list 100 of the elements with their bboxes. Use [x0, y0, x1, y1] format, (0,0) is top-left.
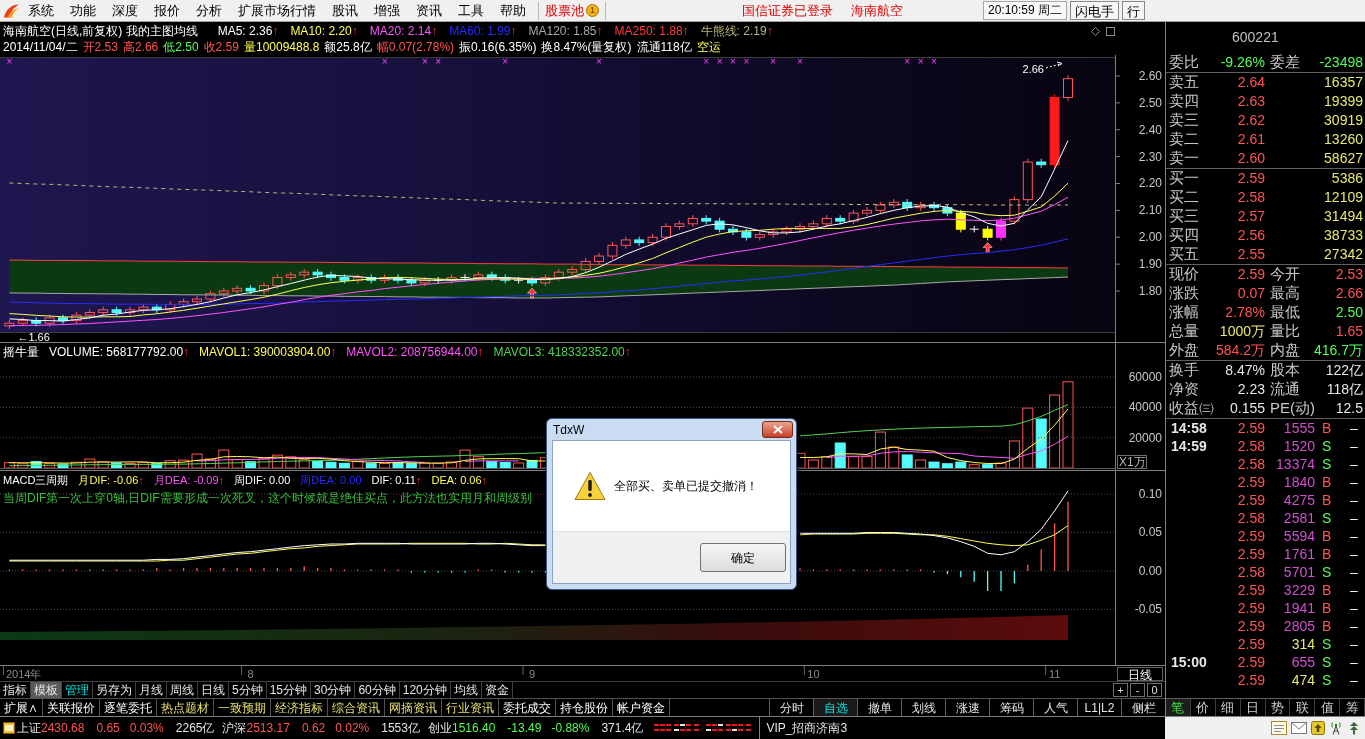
swirl-logo-icon[interactable]	[3, 2, 20, 19]
tick-price: 2.58	[1236, 436, 1265, 456]
function-tab[interactable]: 经济指标	[271, 699, 328, 716]
function-tab[interactable]: 帐户资金	[613, 699, 670, 716]
tick-volume: 1840	[1282, 472, 1315, 492]
function-tab[interactable]: 一致预期	[214, 699, 271, 716]
antenna-icon[interactable]	[1329, 721, 1343, 735]
quote-item: 低2.50	[163, 39, 199, 55]
menu-item[interactable]: 工具	[450, 0, 492, 21]
toolbar-tab[interactable]: 指标	[0, 682, 31, 698]
menu-item[interactable]: 扩展市场行情	[230, 0, 324, 21]
zoom-button[interactable]: -	[1130, 683, 1145, 697]
cross-marker: ×	[931, 56, 937, 67]
quote-label: 净资	[1169, 379, 1199, 400]
window-icon[interactable]	[3, 722, 15, 734]
period-label[interactable]: 日线	[1117, 667, 1163, 681]
order-volume: 5386	[1330, 169, 1364, 188]
tick-flag-text: –	[1350, 616, 1358, 636]
toolbar-tab[interactable]: 模板	[31, 682, 62, 698]
cross-marker: ×	[6, 56, 13, 67]
function-tab[interactable]: 综合资讯	[328, 699, 385, 716]
function-tab[interactable]: 网摘资讯	[385, 699, 442, 716]
note-icon[interactable]	[1271, 721, 1287, 735]
quote-item: 开2.53	[82, 39, 118, 55]
function-tab[interactable]: 热点题材	[157, 699, 214, 716]
toolbar-tab[interactable]: 30分钟	[311, 682, 356, 698]
tick-volume: 1555	[1282, 418, 1315, 438]
toolbar-tab[interactable]: 5分钟	[229, 682, 267, 698]
menu-item[interactable]: 报价	[146, 0, 188, 21]
function-tab[interactable]: 持仓股份	[556, 699, 613, 716]
function-tab[interactable]: 行业资讯	[442, 699, 499, 716]
menu-item[interactable]: 深度	[104, 0, 146, 21]
line-series	[8, 276, 1069, 299]
menu-item[interactable]: 功能	[62, 0, 104, 21]
volume-legend: MAVOL1: 390003904.00	[199, 342, 331, 361]
diamond-icon[interactable]	[1091, 26, 1100, 36]
menu-item[interactable]: 分析	[188, 0, 230, 21]
indicator-value: MA60: 1.99	[449, 23, 511, 39]
toolbar-button[interactable]: 闪电手	[1070, 1, 1119, 20]
order-level-label: 卖四	[1169, 91, 1199, 112]
detail-tab[interactable]: 笔	[1166, 699, 1191, 716]
tick-price: 2.58	[1236, 454, 1265, 474]
trend-arrow: ↑	[138, 472, 144, 488]
quote-label: 量比	[1270, 321, 1300, 342]
stock-pool-menu[interactable]: 股票池 1	[539, 0, 605, 21]
indicator-title: 摇牛量	[3, 343, 39, 361]
mail-icon[interactable]	[1291, 722, 1307, 734]
upload-icon[interactable]	[1311, 721, 1325, 735]
order-price: 2.59	[1237, 169, 1265, 188]
zoom-button[interactable]: +	[1113, 683, 1128, 697]
tick-volume: 4275	[1282, 490, 1315, 510]
function-button[interactable]: 自选	[813, 699, 857, 716]
square-icon[interactable]	[1106, 26, 1115, 36]
function-tab[interactable]: 逐笔委托	[100, 699, 157, 716]
toolbar-button[interactable]: 行	[1122, 1, 1145, 20]
order-volume: 19399	[1323, 92, 1364, 111]
macd-legend: 周DIF: 0.00	[234, 471, 291, 489]
tick-price: 2.59	[1236, 472, 1265, 492]
clock: 20:10:59 周二	[982, 1, 1067, 20]
tick-volume: 5594	[1282, 526, 1315, 546]
quote-item: 收2.59	[203, 39, 239, 55]
zoom-button[interactable]: 0	[1147, 683, 1162, 697]
toolbar-tab[interactable]: 管理	[62, 682, 93, 698]
order-price: 2.63	[1237, 92, 1265, 111]
order-price: 2.58	[1237, 188, 1265, 207]
index-value: 1516.40	[451, 720, 496, 737]
ok-button[interactable]: 确定	[700, 543, 786, 572]
toolbar-tab[interactable]: 周线	[167, 682, 198, 698]
trade-side: S	[1322, 634, 1333, 654]
line-series	[8, 140, 1069, 322]
order-level-label: 买一	[1169, 168, 1199, 189]
trade-side: S	[1322, 508, 1333, 528]
order-price: 2.62	[1237, 111, 1265, 130]
trade-side: B	[1322, 526, 1333, 546]
tick-flag-text: –	[1350, 526, 1358, 546]
toolbar-tab[interactable]: 月线	[136, 682, 167, 698]
menu-item[interactable]: 增强	[366, 0, 408, 21]
cross-marker: ×	[743, 56, 750, 67]
volume-legend: MAVOL2: 208756944.00	[346, 342, 478, 361]
volume-axis-label: 40000	[1128, 400, 1162, 415]
indicator-value: 牛熊线: 2.19	[700, 23, 767, 39]
warning-icon	[574, 471, 606, 501]
trend-arrow: ↑	[431, 23, 438, 39]
menu-item[interactable]: 系统	[20, 0, 62, 21]
index-turnover: 2265亿	[175, 720, 215, 737]
trade-side: B	[1322, 418, 1333, 438]
quote-value: 118亿	[1326, 380, 1363, 399]
tick-flag-text: –	[1350, 634, 1358, 654]
close-button[interactable]	[762, 421, 793, 438]
quote-value: 2.66	[1335, 284, 1363, 303]
menu-item[interactable]: 资讯	[408, 0, 450, 21]
index-name: 沪深	[222, 720, 247, 737]
function-tab[interactable]: 扩展∧	[0, 699, 43, 716]
quote-value: 2.59	[1237, 265, 1265, 284]
menu-item[interactable]: 帮助	[492, 0, 534, 21]
function-tab[interactable]: 委托成交	[499, 699, 556, 716]
price-axis-label: 2.00	[1138, 230, 1162, 245]
menu-item[interactable]: 股讯	[324, 0, 366, 21]
function-tab[interactable]: 关联报价	[43, 699, 100, 716]
macd-axis-label: -0.05	[1134, 602, 1162, 617]
